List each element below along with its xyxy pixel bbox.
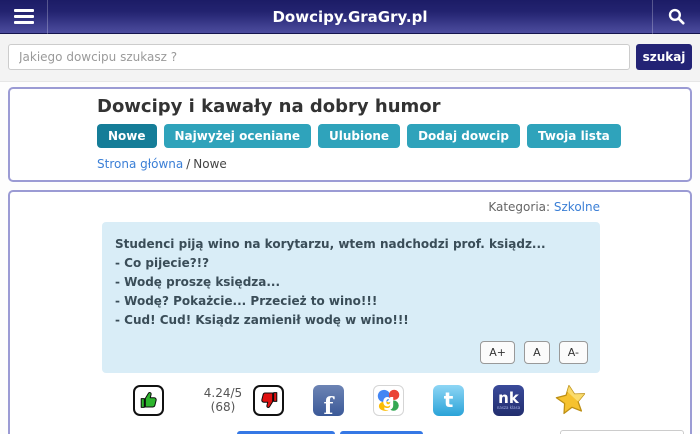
thumbs-up-button[interactable] [133, 385, 164, 416]
facebook-share-icon[interactable]: f [313, 385, 344, 416]
votes-count: (68) [211, 400, 236, 414]
font-reset-button[interactable]: A [524, 341, 550, 364]
fb-share-button[interactable]: Udostępnij [340, 431, 423, 434]
search-submit-button[interactable]: szukaj [636, 44, 692, 70]
title-card: Dowcipy i kawały na dobry humor Nowe Naj… [8, 87, 692, 182]
share-row: Lubię to! 1 Udostępnij Link bezpośredni: [237, 430, 690, 434]
rating-share-row: 4.24/5 (68) f g [133, 383, 613, 417]
font-size-controls: A+ A A- [115, 341, 588, 364]
page-title: Dowcipy i kawały na dobry humor [97, 96, 680, 117]
joke-line: - Cud! Cud! Ksiądz zamienił wodę w wino!… [115, 311, 588, 330]
category-nav: Nowe Najwyżej oceniane Ulubione Dodaj do… [97, 124, 680, 148]
thumbs-down-button[interactable] [253, 385, 284, 416]
search-strip: szukaj [0, 34, 700, 82]
category-link-szkolne[interactable]: Szkolne [554, 200, 600, 214]
category-row: Kategoria: Szkolne [10, 200, 690, 214]
joke-card-1: Kategoria: Szkolne Studenci piją wino na… [8, 190, 692, 434]
breadcrumb-current: Nowe [193, 157, 227, 171]
site-title: Dowcipy.GraGry.pl [0, 8, 700, 26]
joke-line: - Wodę? Pokażcie... Przecież to wino!!! [115, 292, 588, 311]
rating-display: 4.24/5 (68) [193, 383, 253, 417]
category-label: Kategoria: [488, 200, 550, 214]
breadcrumb-separator: / [186, 157, 190, 171]
favorite-star-icon[interactable] [551, 381, 591, 420]
thumbs-down-icon [258, 389, 280, 411]
search-icon [667, 7, 686, 26]
font-decrease-button[interactable]: A- [559, 341, 588, 364]
header-bar: Dowcipy.GraGry.pl [0, 0, 700, 34]
breadcrumb-home-link[interactable]: Strona główna [97, 157, 183, 171]
menu-button[interactable] [0, 0, 48, 34]
breadcrumb: Strona główna/Nowe [97, 157, 680, 171]
joke-line: Studenci piją wino na korytarzu, wtem na… [115, 235, 588, 254]
joke-line: - Co pijecie?!? [115, 254, 588, 273]
direct-link-input[interactable] [560, 430, 684, 434]
thumbs-up-icon [138, 389, 160, 411]
svg-text:g: g [382, 390, 394, 410]
nav-twoja-lista[interactable]: Twoja lista [527, 124, 621, 148]
nk-share-icon[interactable]: nk nasza klasa [493, 385, 524, 416]
google-share-icon[interactable]: g [373, 385, 404, 416]
nav-nowe[interactable]: Nowe [97, 124, 157, 148]
rating-value: 4.24/5 [204, 386, 242, 400]
search-input[interactable] [8, 44, 630, 70]
hamburger-icon [14, 9, 34, 12]
nav-dodaj-dowcip[interactable]: Dodaj dowcip [407, 124, 520, 148]
font-increase-button[interactable]: A+ [480, 341, 515, 364]
header-search-button[interactable] [652, 0, 700, 34]
twitter-share-icon[interactable]: t [433, 385, 464, 416]
joke-text-box: Studenci piją wino na korytarzu, wtem na… [102, 222, 600, 373]
nav-najwyzej-oceniane[interactable]: Najwyżej oceniane [164, 124, 312, 148]
joke-line: - Wodę proszę księdza... [115, 273, 588, 292]
nav-ulubione[interactable]: Ulubione [318, 124, 400, 148]
fb-like-button[interactable]: Lubię to! 1 [237, 431, 335, 434]
